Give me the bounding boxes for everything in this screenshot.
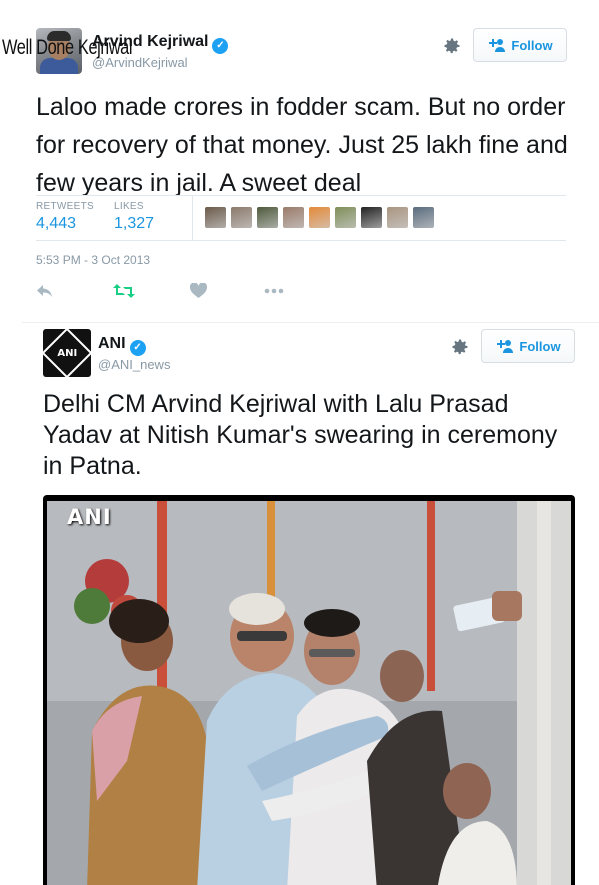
follow-label: Follow — [511, 37, 553, 53]
divider — [36, 195, 566, 196]
follow-person-icon — [489, 39, 506, 52]
likes-count[interactable]: 1,327 — [114, 215, 154, 233]
display-name[interactable]: ANI ✓ — [98, 335, 146, 356]
user-handle[interactable]: @ANI_news — [98, 357, 170, 372]
like-icon[interactable] — [190, 283, 207, 299]
gear-icon[interactable] — [442, 36, 462, 56]
gear-icon[interactable] — [450, 337, 470, 357]
more-icon[interactable] — [264, 288, 284, 294]
tweet-card-kejriwal: Well Done Kejriwal Arvind Kejriwal ✓ @Arv… — [0, 0, 599, 325]
liker-avatar[interactable] — [230, 206, 253, 229]
tweet-text: Laloo made crores in fodder scam. But no… — [36, 93, 568, 197]
liker-avatar[interactable] — [412, 206, 435, 229]
liker-avatars — [204, 206, 435, 229]
retweets-count[interactable]: 4,443 — [36, 215, 76, 233]
liker-avatar[interactable] — [386, 206, 409, 229]
tweet-text: Delhi CM Arvind Kejriwal with Lalu Prasa… — [43, 390, 558, 480]
timestamp[interactable]: 5:53 PM - 3 Oct 2013 — [36, 253, 150, 267]
ani-logo: ANI — [43, 329, 91, 377]
tweet-photo[interactable]: ANI — [43, 495, 575, 885]
retweets-label: RETWEETS — [36, 201, 94, 212]
reply-icon[interactable] — [36, 283, 54, 299]
likes-label: LIKES — [114, 201, 144, 212]
tweet-card-ani: ANI ANI ✓ @ANI_news Follow Delhi CM Arvin… — [22, 322, 599, 885]
follow-button[interactable]: Follow — [473, 28, 567, 62]
follow-label: Follow — [519, 338, 561, 354]
liker-avatar[interactable] — [204, 206, 227, 229]
retweet-icon[interactable] — [113, 283, 135, 299]
photo-scene — [47, 501, 571, 885]
liker-avatar[interactable] — [282, 206, 305, 229]
liker-avatar[interactable] — [360, 206, 383, 229]
follow-button[interactable]: Follow — [481, 329, 575, 363]
overlay-caption: Well Done Kejriwal — [2, 36, 133, 59]
display-name-text[interactable]: ANI — [98, 335, 126, 352]
photo-content: ANI — [47, 501, 571, 885]
liker-avatar[interactable] — [308, 206, 331, 229]
divider — [36, 240, 566, 241]
follow-person-icon — [497, 340, 514, 353]
liker-avatar[interactable] — [334, 206, 357, 229]
stats-separator — [192, 196, 193, 240]
ani-logo-text: ANI — [57, 347, 77, 359]
verified-icon: ✓ — [129, 340, 146, 356]
liker-avatar[interactable] — [256, 206, 279, 229]
verified-icon: ✓ — [212, 38, 229, 54]
photo-watermark: ANI — [67, 505, 112, 529]
avatar[interactable]: ANI — [43, 329, 91, 377]
